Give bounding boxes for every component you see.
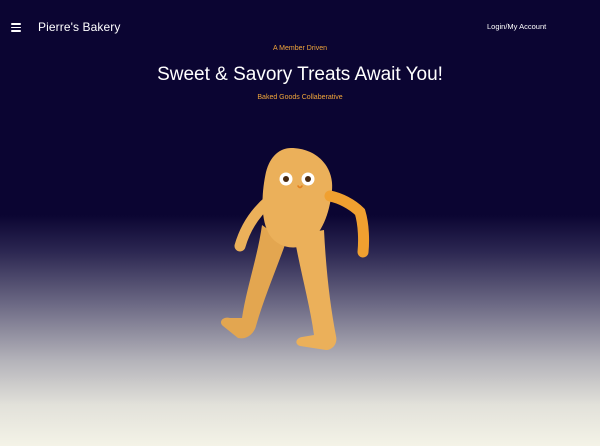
hero-title: Sweet & Savory Treats Await You!	[157, 64, 443, 85]
mascot-left-leg	[220, 225, 286, 339]
login-account-link[interactable]: Login/My Account	[487, 22, 546, 31]
hero-eyebrow-text: A Member Driven	[272, 45, 328, 52]
hamburger-menu-icon[interactable]	[8, 19, 24, 35]
mascot-right-leg	[294, 230, 337, 350]
site-brand-link[interactable]: Pierre's Bakery	[38, 20, 120, 34]
hero-subtitle: Baked Goods Collaberative	[257, 94, 343, 101]
mascot-right-arm	[324, 190, 370, 258]
dancing-bread-mascot-illustration	[220, 148, 370, 350]
